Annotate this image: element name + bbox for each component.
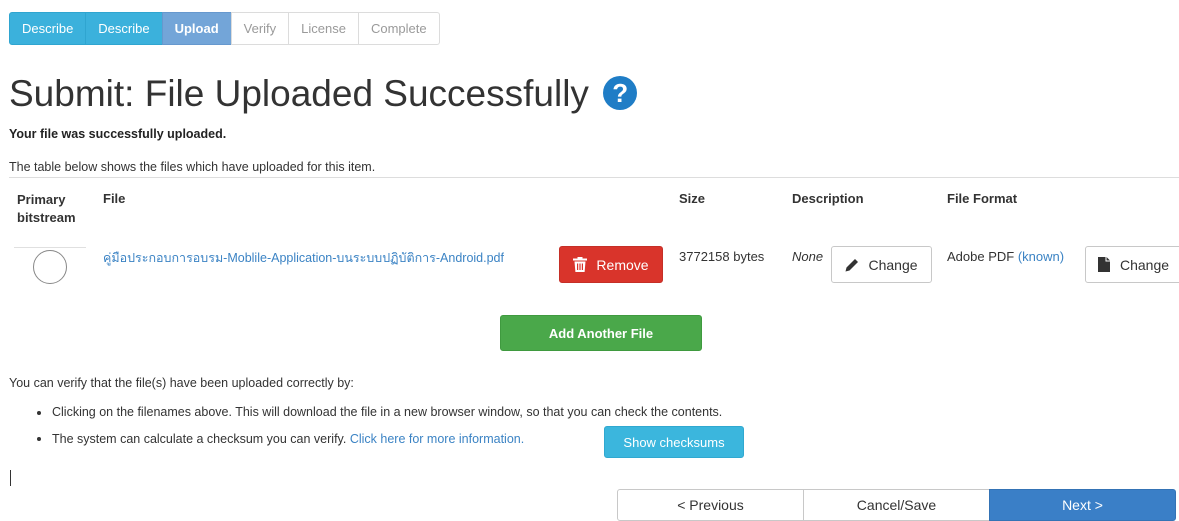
file-description-value: None [792, 249, 824, 264]
checksum-info-link[interactable]: Click here for more information. [350, 432, 524, 446]
bullet-dot [37, 437, 41, 441]
cancel-save-button[interactable]: Cancel/Save [803, 489, 990, 521]
previous-button[interactable]: < Previous [617, 489, 804, 521]
add-another-file-button[interactable]: Add Another File [500, 315, 702, 351]
next-button[interactable]: Next > [989, 489, 1176, 521]
change-description-label: Change [868, 256, 918, 273]
bullet-dot [37, 410, 41, 415]
bullet2-text: The system can calculate a checksum you … [52, 432, 347, 446]
step-verify[interactable]: Verify [230, 12, 290, 45]
question-circle-icon[interactable]: ? [603, 76, 638, 110]
list-item: Clicking on the filenames above. This wi… [20, 405, 722, 419]
file-format: Adobe PDF (known) [947, 249, 1064, 264]
primary-bitstream-radio[interactable] [33, 250, 67, 284]
header-primary-bitstream: Primary bitstream [17, 192, 76, 225]
submission-progress-bar: Describe Describe Upload Verify License … [9, 12, 440, 45]
trash-icon [573, 257, 588, 272]
bullet1-text: Clicking on the filenames above. This wi… [52, 405, 723, 419]
change-format-button[interactable]: Change [1085, 246, 1179, 283]
list-item: The system can calculate a checksum you … [20, 432, 524, 446]
step-describe-2[interactable]: Describe [85, 12, 163, 45]
page-title: Submit: File Uploaded Successfully ? [9, 70, 638, 118]
page-title-text: Submit: File Uploaded Successfully [9, 73, 589, 114]
format-known-link[interactable]: (known) [1018, 249, 1064, 264]
file-format-name: Adobe PDF [947, 249, 1015, 264]
table-top-border [9, 177, 1179, 178]
header-file-format: File Format [947, 191, 1018, 206]
success-message: Your file was successfully uploaded. [9, 127, 227, 141]
show-checksums-button[interactable]: Show checksums [604, 426, 744, 458]
row-divider [14, 247, 86, 248]
step-upload[interactable]: Upload [161, 12, 232, 45]
header-description: Description [792, 191, 864, 206]
text-cursor [10, 470, 11, 486]
file-icon [1098, 257, 1110, 272]
verify-intro: You can verify that the file(s) have bee… [9, 376, 354, 390]
file-size: 3772158 bytes [679, 249, 765, 264]
pencil-icon [845, 258, 859, 271]
uploaded-file-link[interactable]: คู่มือประกอบการอบรม-Moblile-Application-… [103, 248, 504, 268]
remove-button-label: Remove [596, 256, 649, 273]
header-file: File [103, 191, 126, 206]
change-format-label: Change [1120, 256, 1170, 273]
table-intro-text: The table below shows the files which ha… [9, 160, 376, 174]
header-size: Size [679, 191, 706, 206]
step-license[interactable]: License [288, 12, 359, 45]
step-complete[interactable]: Complete [357, 12, 440, 45]
change-description-button[interactable]: Change [831, 246, 932, 283]
step-describe-1[interactable]: Describe [9, 12, 87, 45]
remove-file-button[interactable]: Remove [559, 246, 663, 283]
